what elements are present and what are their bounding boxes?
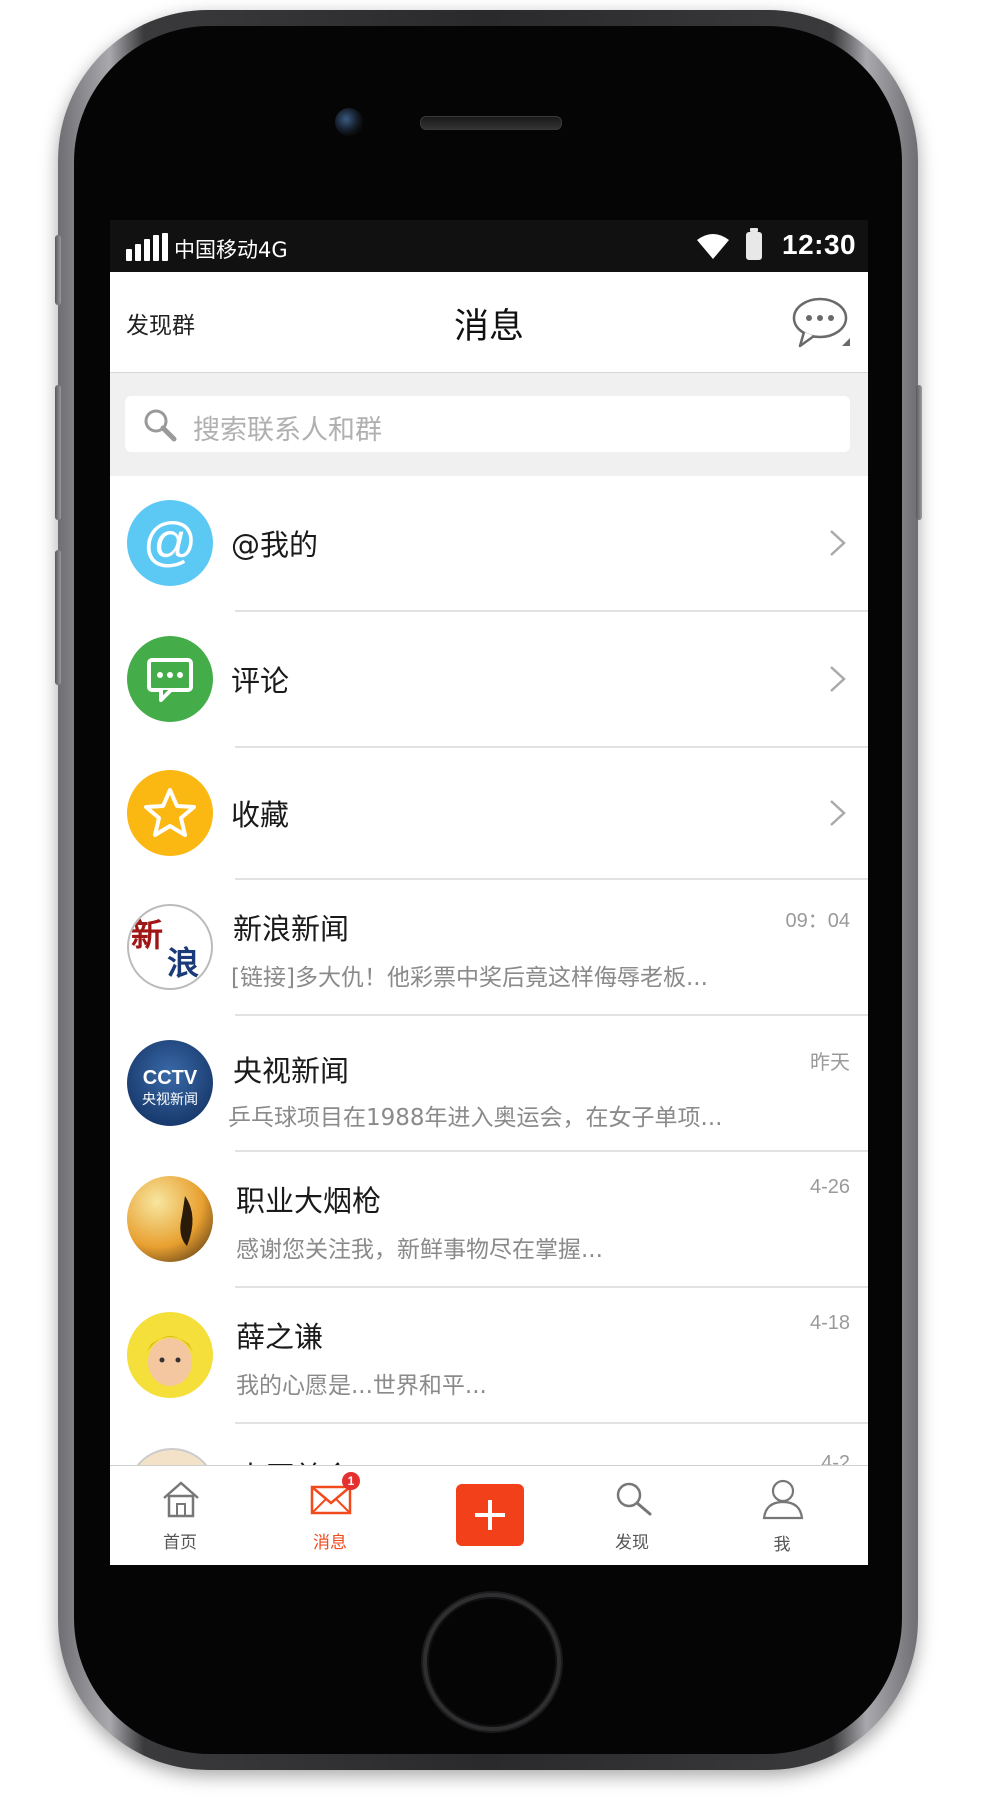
row-favorites[interactable]: 收藏 (110, 748, 868, 880)
home-button[interactable] (423, 1593, 561, 1731)
row-label: 收藏 (231, 798, 290, 832)
message-preview: 感谢您关注我，新鲜事物尽在掌握... (236, 1237, 603, 1263)
chat-bubble-icon[interactable] (790, 294, 852, 352)
compose-button[interactable] (456, 1484, 524, 1546)
chevron-right-icon (830, 800, 846, 826)
avatar-smoker (127, 1176, 213, 1262)
chevron-right-icon (830, 530, 846, 556)
svg-text:央视新闻: 央视新闻 (142, 1092, 198, 1108)
volume-up-button (55, 385, 61, 520)
message-preview: 我的心愿是...世界和平... (236, 1373, 487, 1399)
search-area: 搜索联系人和群 (110, 373, 868, 476)
tab-bar: 首页 1 消息 发现 我 (110, 1465, 868, 1565)
message-sender: 央视新闻 (233, 1054, 350, 1088)
comment-icon (127, 636, 213, 722)
unread-badge: 1 (342, 1472, 360, 1490)
svg-text:CCTV: CCTV (143, 1067, 198, 1089)
page-title: 消息 (453, 307, 524, 347)
message-preview: 乒乓球项目在1988年进入奥运会，在女子单项... (228, 1105, 723, 1131)
message-sender: 职业大烟枪 (236, 1184, 382, 1218)
status-bar: 中国移动4G 12:30 (110, 220, 868, 272)
nav-header: 发现群 消息 (110, 272, 868, 373)
message-row[interactable]: 职业大烟枪 感谢您关注我，新鲜事物尽在掌握... 4-26 (110, 1152, 868, 1288)
home-icon (163, 1481, 199, 1518)
avatar-cctv-news: CCTV 央视新闻 (127, 1040, 213, 1126)
tab-home[interactable]: 首页 (120, 1466, 240, 1565)
message-row[interactable]: 新 浪 新浪新闻 [链接]多大仇！他彩票中奖后竟这样侮辱老板... 09：04 (110, 880, 868, 1016)
carrier-label: 中国移动4G (174, 238, 288, 262)
app-screen: 中国移动4G 12:30 发现群 消息 搜索联系人和群 @ @我的 评论 收藏 … (110, 220, 868, 1565)
signal-icon (126, 233, 170, 261)
row-label: 评论 (231, 664, 290, 698)
tab-me[interactable]: 我 (722, 1466, 842, 1565)
volume-down-button (55, 550, 61, 685)
tab-label: 首页 (163, 1533, 197, 1553)
tab-label: 发现 (615, 1533, 649, 1553)
message-row[interactable]: 薛之谦 我的心愿是...世界和平... 4-18 (110, 1288, 868, 1424)
tab-messages[interactable]: 1 消息 (270, 1466, 390, 1565)
search-icon (144, 409, 177, 442)
search-placeholder: 搜索联系人和群 (193, 415, 382, 446)
wifi-icon (697, 234, 729, 259)
search-input[interactable]: 搜索联系人和群 (125, 396, 850, 452)
avatar-sina-news: 新 浪 (127, 904, 213, 990)
message-sender: 薛之谦 (236, 1320, 324, 1354)
row-comments[interactable]: 评论 (110, 612, 868, 748)
mute-switch (55, 235, 61, 305)
tab-label: 我 (773, 1535, 791, 1555)
message-preview: [链接]多大仇！他彩票中奖后竟这样侮辱老板... (231, 965, 708, 991)
earpiece-speaker (420, 116, 562, 130)
user-icon (762, 1479, 804, 1520)
search-icon (616, 1482, 652, 1516)
tab-discover[interactable]: 发现 (572, 1466, 692, 1565)
message-time: 昨天 (810, 1052, 850, 1074)
chevron-right-icon (830, 666, 846, 692)
power-button (916, 385, 922, 520)
message-sender: 新浪新闻 (233, 912, 350, 946)
front-camera (335, 108, 363, 136)
star-icon (127, 770, 213, 856)
plus-icon (475, 1500, 505, 1530)
row-label: @我的 (231, 528, 319, 562)
avatar-xue-zhiqian (127, 1312, 213, 1398)
message-time: 4-26 (809, 1176, 850, 1198)
avatar-text-2: 浪 (167, 944, 199, 982)
battery-icon (746, 228, 762, 260)
tab-label: 消息 (313, 1533, 347, 1553)
avatar-text-1: 新 (131, 916, 163, 954)
svg-text:@: @ (143, 512, 198, 572)
row-at-me[interactable]: @ @我的 (110, 476, 868, 612)
at-icon: @ (127, 500, 213, 586)
message-row[interactable]: CCTV 央视新闻 央视新闻 乒乓球项目在1988年进入奥运会，在女子单项...… (110, 1016, 868, 1152)
status-time: 12:30 (782, 229, 857, 260)
message-time: 4-18 (809, 1312, 850, 1334)
message-time: 09：04 (785, 910, 851, 932)
